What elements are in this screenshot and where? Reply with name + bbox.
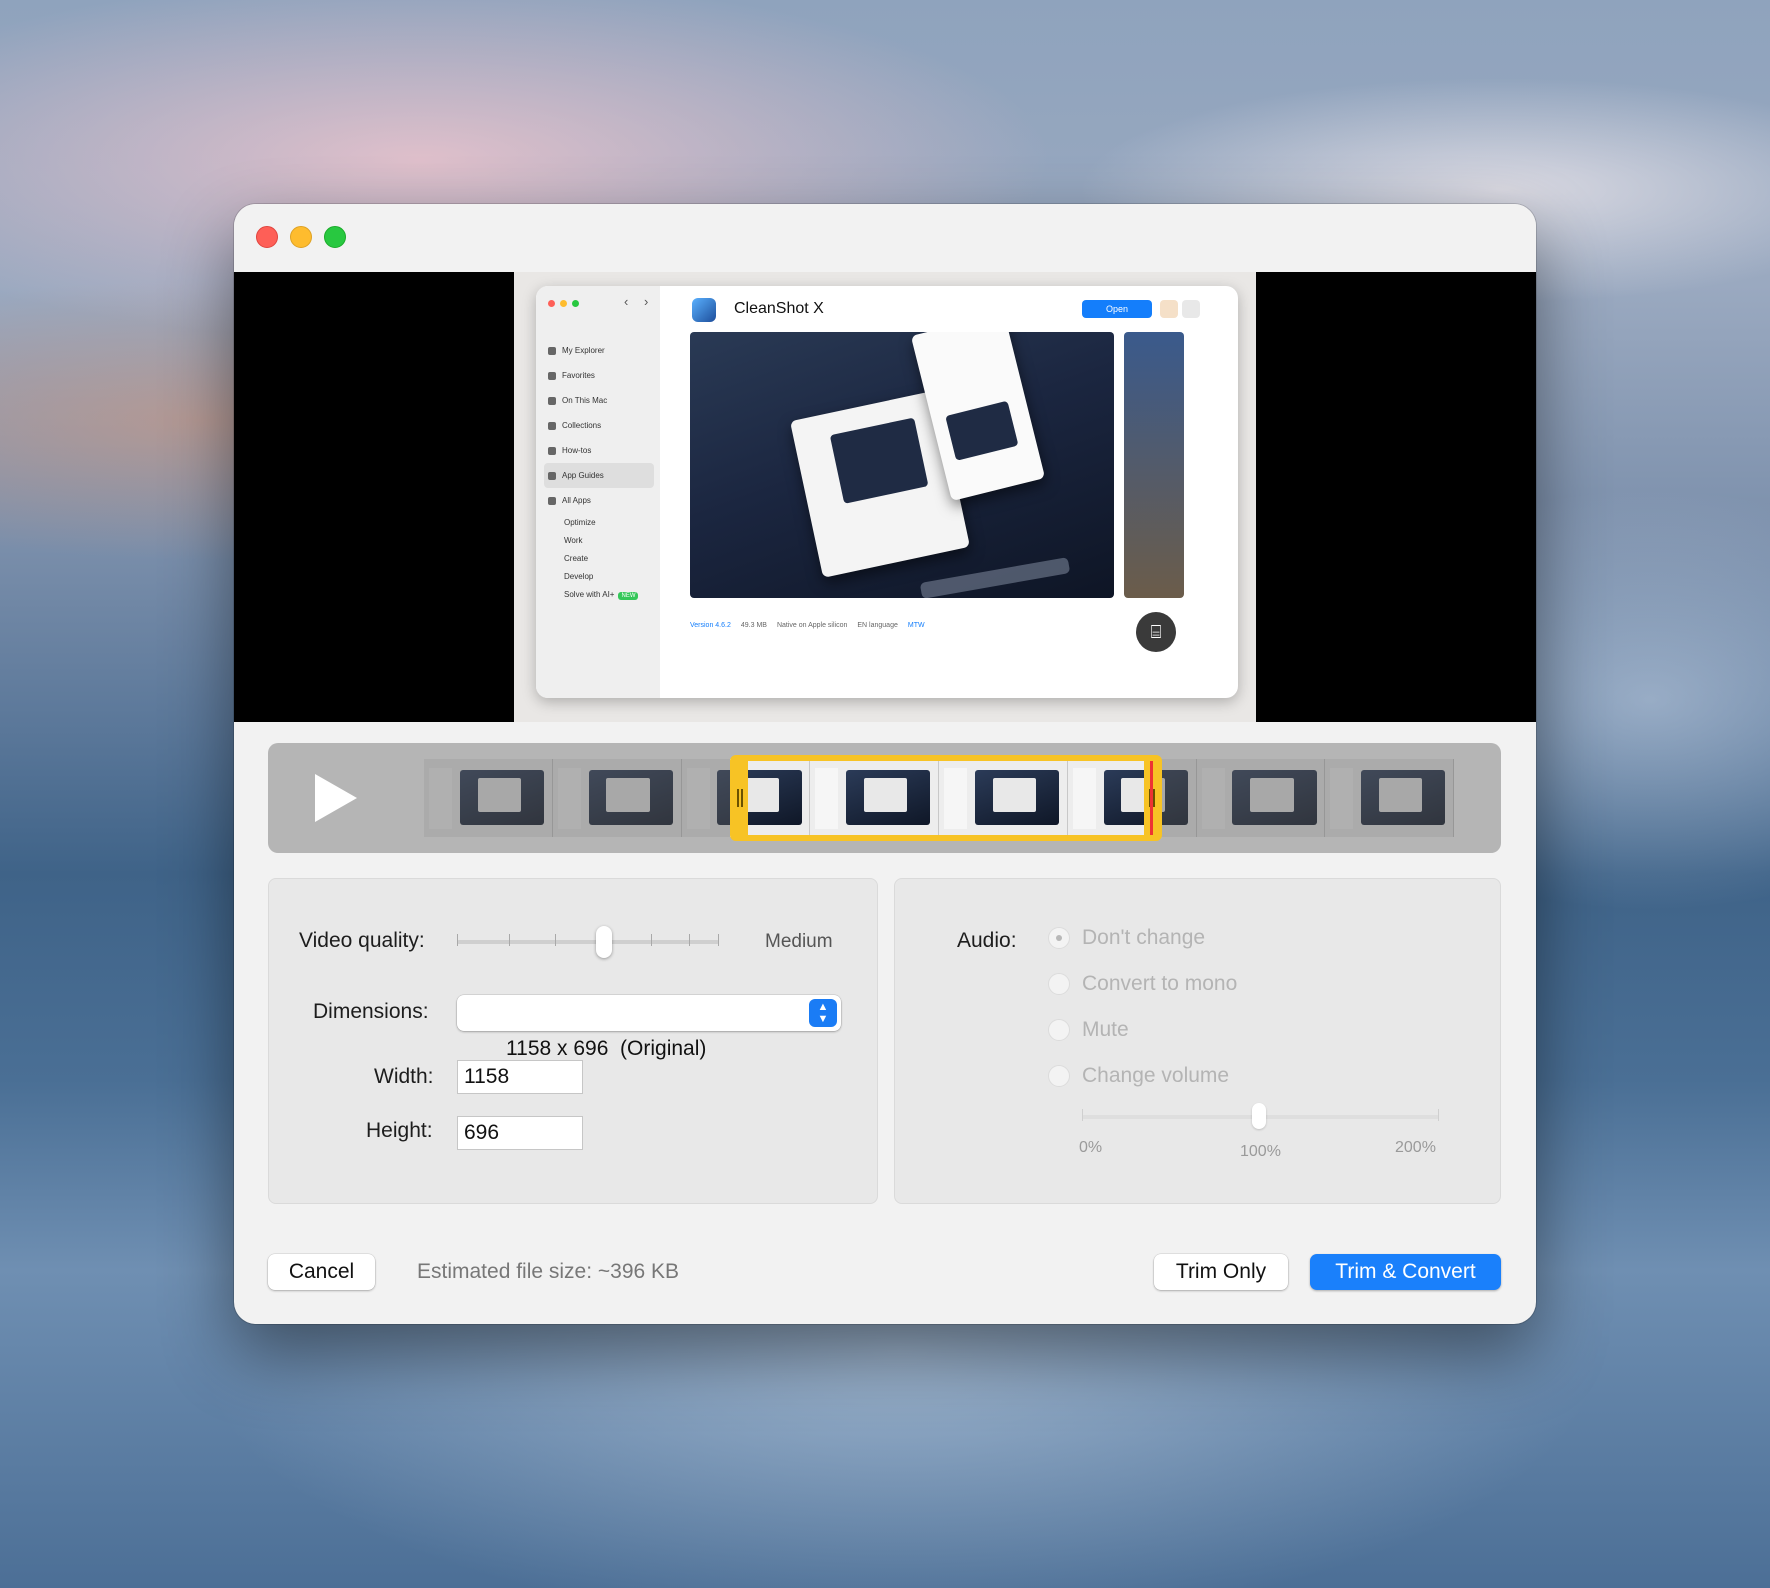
- audio-option-label: Convert to mono: [1082, 972, 1238, 995]
- width-label: Width:: [374, 1065, 434, 1088]
- video-quality-label: Video quality:: [299, 929, 425, 952]
- nav-arrows-icon: ‹ ›: [624, 294, 655, 309]
- lightbulb-icon: [548, 446, 556, 455]
- sidebar-subitem: Optimize: [564, 518, 596, 527]
- sidebar-item: My Explorer: [544, 338, 654, 363]
- audio-option-mono[interactable]: Convert to mono: [1048, 972, 1237, 996]
- zoom-window-button[interactable]: [324, 226, 346, 248]
- video-settings-panel: Video quality: Medium Dimensions: 1158 x…: [268, 878, 878, 1204]
- trim-convert-button[interactable]: Trim & Convert: [1310, 1254, 1501, 1290]
- audio-option-volume[interactable]: Change volume: [1048, 1064, 1229, 1088]
- sidebar-subitem: Create: [564, 554, 589, 563]
- sidebar-item: How-tos: [544, 438, 654, 463]
- radio-selected-icon: [1048, 927, 1070, 949]
- trim-selection[interactable]: [730, 755, 1162, 841]
- recorded-open-button: Open: [1082, 300, 1152, 318]
- recorded-sidebar: ‹ › My Explorer Favorites On This Mac Co…: [536, 286, 660, 698]
- dimensions-select[interactable]: 1158 x 696 (Original) ▲ ▼: [457, 995, 841, 1060]
- cancel-button[interactable]: Cancel: [268, 1254, 375, 1290]
- height-label: Height:: [366, 1119, 433, 1142]
- video-quality-knob[interactable]: [596, 926, 612, 958]
- minimize-window-button[interactable]: [290, 226, 312, 248]
- diamond-icon: [548, 496, 556, 505]
- radio-icon: [1048, 1065, 1070, 1087]
- trim-end-handle[interactable]: [1153, 789, 1155, 807]
- chevron-up-down-icon: ▲ ▼: [809, 999, 837, 1027]
- leaf-icon: [548, 346, 556, 355]
- scan-text-icon: ⌸: [1136, 612, 1176, 652]
- video-quality-value: Medium: [765, 931, 833, 952]
- sidebar-subitem: Work: [564, 536, 583, 545]
- radio-icon: [1048, 973, 1070, 995]
- playhead[interactable]: [1150, 761, 1153, 835]
- recorded-screenshot-secondary: [1124, 332, 1184, 598]
- volume-knob[interactable]: [1252, 1103, 1266, 1129]
- trimmed-region-right: [1160, 759, 1454, 837]
- recorded-app-title: CleanShot X: [734, 300, 824, 317]
- share-icon: [1182, 300, 1200, 318]
- trim-only-button[interactable]: Trim Only: [1154, 1254, 1288, 1290]
- recorded-screenshot: [690, 332, 1114, 598]
- audio-option-label: Don't change: [1082, 926, 1206, 949]
- audio-option-mute[interactable]: Mute: [1048, 1018, 1129, 1042]
- sidebar-item: App Guides: [544, 463, 654, 488]
- title-bar: [234, 204, 1536, 272]
- volume-mid-label: 100%: [1240, 1143, 1281, 1160]
- estimated-file-size: Estimated file size: ~396 KB: [417, 1260, 680, 1283]
- trim-start-handle[interactable]: [737, 789, 739, 807]
- audio-label: Audio:: [957, 929, 1017, 952]
- width-field[interactable]: 1158: [457, 1060, 583, 1094]
- radio-icon: [1048, 1019, 1070, 1041]
- trim-start-grip: [741, 789, 743, 807]
- volume-max-label: 200%: [1395, 1139, 1436, 1156]
- recorded-app-window: ‹ › My Explorer Favorites On This Mac Co…: [536, 286, 1238, 698]
- new-badge: NEW: [618, 592, 639, 600]
- heart-icon: [548, 371, 556, 380]
- dimensions-label: Dimensions:: [313, 1000, 429, 1023]
- sidebar-item: On This Mac: [544, 388, 654, 413]
- book-icon: [548, 471, 556, 480]
- dimensions-value: 1158 x 696 (Original): [506, 1037, 707, 1060]
- heart-icon: [1160, 300, 1178, 318]
- cleanshot-app-icon: [692, 298, 716, 322]
- recorded-footer: Version 4.6.2 49.3 MB Native on Apple si…: [690, 622, 925, 629]
- close-window-button[interactable]: [256, 226, 278, 248]
- play-button[interactable]: [315, 774, 357, 822]
- timeline-bar: [268, 743, 1501, 853]
- audio-settings-panel: Audio: Don't change Convert to mono Mute…: [894, 878, 1501, 1204]
- audio-option-label: Mute: [1082, 1018, 1129, 1041]
- audio-option-label: Change volume: [1082, 1064, 1230, 1087]
- sidebar-item: All Apps: [544, 488, 654, 513]
- sidebar-item: Favorites: [544, 363, 654, 388]
- height-field[interactable]: 696: [457, 1116, 583, 1150]
- sidebar-item: Collections: [544, 413, 654, 438]
- sidebar-subitem: Develop: [564, 572, 594, 581]
- volume-min-label: 0%: [1079, 1139, 1103, 1156]
- folder-icon: [548, 421, 556, 430]
- video-quality-slider[interactable]: [457, 940, 719, 944]
- audio-option-dont-change[interactable]: Don't change: [1048, 926, 1205, 950]
- video-frame: ‹ › My Explorer Favorites On This Mac Co…: [514, 272, 1256, 722]
- video-preview: ‹ › My Explorer Favorites On This Mac Co…: [234, 272, 1536, 722]
- trimmed-region-left: [424, 759, 730, 837]
- sidebar-subitem: Solve with AI+ NEW: [564, 586, 639, 604]
- download-icon: [548, 396, 556, 405]
- trim-convert-window: ‹ › My Explorer Favorites On This Mac Co…: [234, 204, 1536, 1324]
